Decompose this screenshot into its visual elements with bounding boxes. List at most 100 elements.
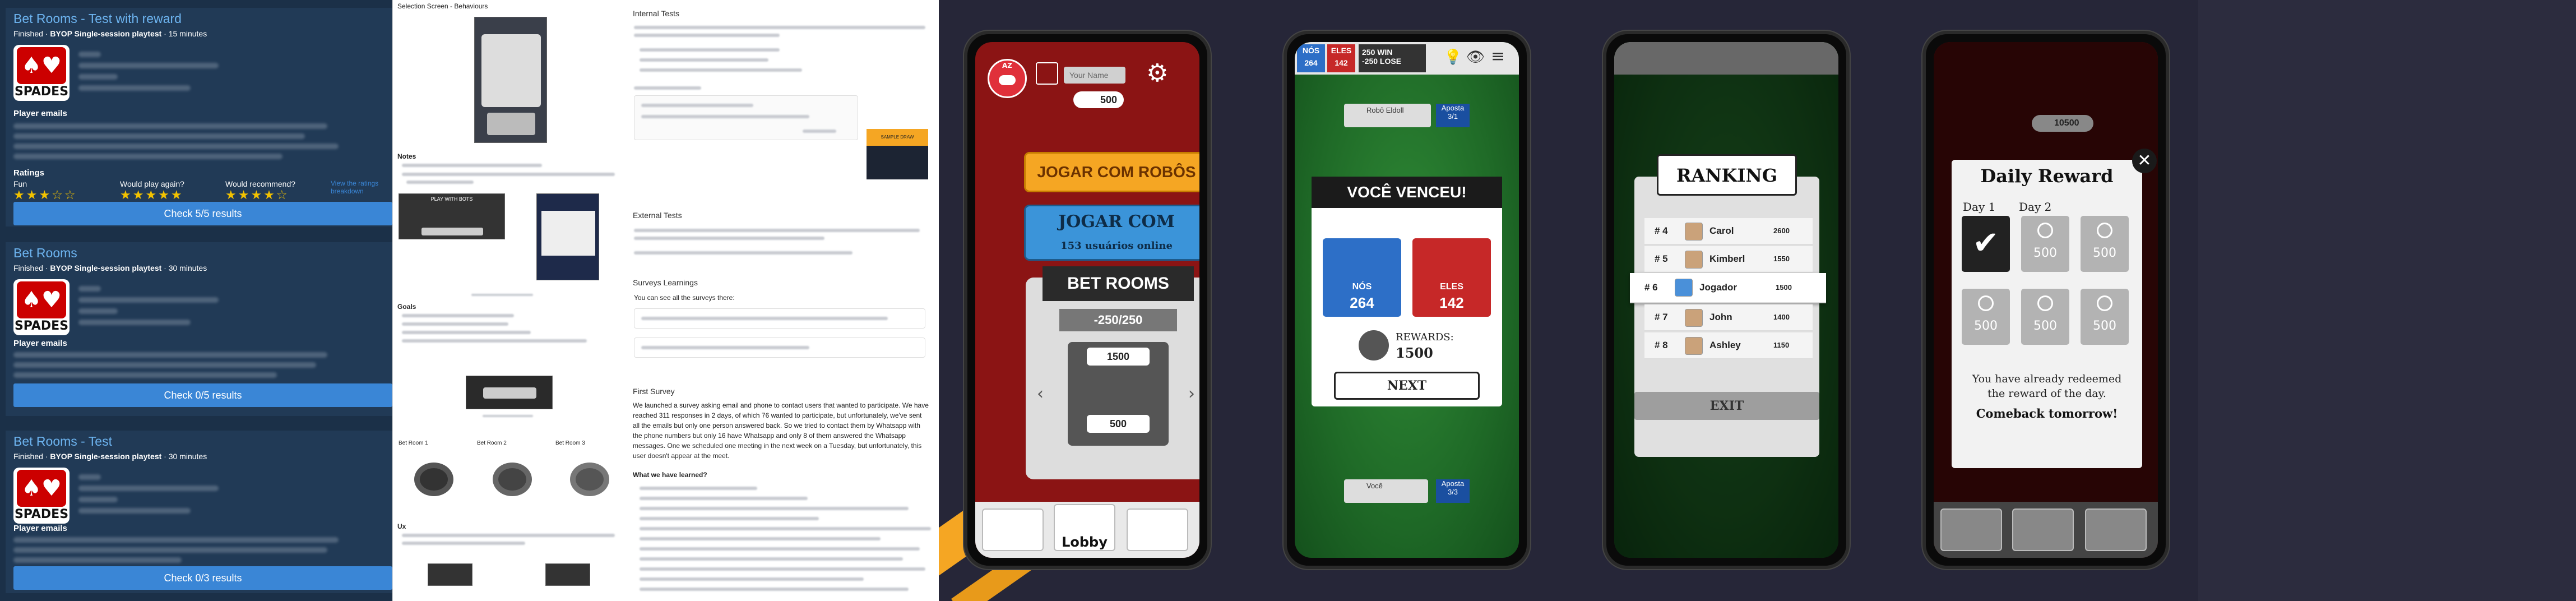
- close-icon[interactable]: ✕: [2132, 149, 2157, 173]
- score-mockup: [536, 193, 599, 280]
- selection-screen-mockup: [474, 17, 547, 143]
- card-meta: Finished · BYOP Single-session playtest …: [13, 29, 207, 38]
- player-emails-label: Player emails: [13, 339, 67, 348]
- ranking-popup: RANKING # 4 Carol 2600 # 5 Kimberl 1550 # 6J…: [1630, 154, 1826, 457]
- rating-recommend-label: Would recommend?: [225, 179, 296, 188]
- rewards-value: 1500: [1396, 345, 1433, 361]
- play-again-stars: ★★★★★: [120, 188, 184, 202]
- player-bet: Aposta 3/3: [1436, 479, 1470, 503]
- phone-game-won: NÓS 264 ELES 142 250 WIN -250 LOSE 💡 👁 ≡ Ro…: [1284, 31, 1530, 569]
- game-screens-panel: AZ Your Name ⚙ 500 JOGAR COM ROBÔS JOGAR…: [939, 0, 2198, 601]
- game-top-bar: NÓS 264 ELES 142 250 WIN -250 LOSE 💡 👁 ≡: [1295, 42, 1519, 75]
- shop-cart-icon[interactable]: [1940, 508, 2002, 551]
- bet-room-1-chip-icon: [414, 463, 453, 496]
- shop-cart-icon[interactable]: [982, 508, 1044, 551]
- opponent-bet: Aposta 3/1: [1436, 104, 1470, 127]
- reward-slot[interactable]: 500: [2021, 216, 2069, 272]
- coin-balance: 500: [1073, 91, 1124, 108]
- bet-room-tile[interactable]: 1500 500: [1068, 342, 1169, 446]
- ranking-row: # 4 Carol 2600: [1644, 218, 1813, 245]
- bet-room-2-label: Bet Room 2: [477, 440, 507, 446]
- bottom-nav: Lobby: [975, 502, 1199, 558]
- ranking-screen: RANKING # 4 Carol 2600 # 5 Kimberl 1550 # 6J…: [1614, 42, 1838, 558]
- fun-stars: ★★★☆☆: [13, 188, 77, 202]
- internal-test-embed[interactable]: [634, 95, 858, 140]
- you-won-title: VOCÊ VENCEU!: [1312, 177, 1502, 208]
- playtest-card-1: Bet Rooms - Test with reward Finished · …: [6, 8, 392, 226]
- card-title[interactable]: Bet Rooms - Test: [13, 434, 112, 449]
- opponent-panel: Robô Eldoll: [1344, 104, 1431, 127]
- bet-room-3-label: Bet Room 3: [555, 440, 585, 446]
- avatar[interactable]: AZ: [988, 59, 1027, 98]
- exit-button[interactable]: EXIT: [1634, 392, 1819, 420]
- day1-label: Day 1: [1963, 200, 1996, 214]
- ux-heading: Ux: [397, 523, 406, 530]
- reward-slot-claimed: ✔: [1962, 216, 2010, 272]
- card-title[interactable]: Bet Rooms - Test with reward: [13, 11, 182, 26]
- first-survey-text: We launched a survey asking email and ph…: [633, 401, 929, 460]
- player-emails-label: Player emails: [13, 524, 67, 533]
- cards-icon[interactable]: [2012, 508, 2074, 551]
- ranking-row-current: # 6 Jogador 1500: [1630, 273, 1826, 303]
- playtest-card-2: Bet Rooms Finished · BYOP Single-session…: [6, 242, 392, 416]
- ux-mockup-right: [545, 563, 590, 586]
- ratings-label: Ratings: [13, 168, 45, 178]
- bet-rooms-card: BET ROOMS -250/250 1500 500 ‹ ›: [1026, 266, 1199, 479]
- surveys-heading: Surveys Learnings: [633, 278, 698, 287]
- player-name-field[interactable]: Your Name: [1064, 67, 1125, 84]
- playtest-list-panel: Bet Rooms - Test with reward Finished · …: [0, 0, 392, 601]
- redeemed-msg-2: the reward of the day.: [1987, 387, 2106, 400]
- checkmark-icon: ✔: [1972, 225, 1999, 261]
- play-bots-button[interactable]: JOGAR COM ROBÔS: [1024, 152, 1199, 192]
- bottom-nav: [1934, 502, 2158, 558]
- play-online-button[interactable]: JOGAR COM 153 usuários online: [1024, 205, 1199, 261]
- player-emails-label: Player emails: [13, 109, 67, 118]
- gear-icon[interactable]: ⚙: [1146, 59, 1168, 87]
- coin-balance: 10500: [2032, 115, 2093, 132]
- player-panel: Você: [1344, 479, 1428, 503]
- menu-icon[interactable]: ≡: [1491, 47, 1505, 66]
- external-tests-heading: External Tests: [633, 211, 682, 220]
- lobby-screen: AZ Your Name ⚙ 500 JOGAR COM ROBÔS JOGAR…: [975, 42, 1199, 558]
- surveys-subtext: You can see all the surveys there:: [634, 294, 735, 302]
- recommend-stars: ★★★★☆: [225, 188, 289, 202]
- design-doc-panel: Selection Screen - Behaviours Notes PLAY…: [392, 0, 939, 601]
- lobby-nav-button[interactable]: Lobby: [1054, 504, 1115, 551]
- playtest-card-3: Bet Rooms - Test Finished · BYOP Single-…: [6, 431, 392, 593]
- rating-fun-label: Fun: [13, 179, 27, 188]
- check-results-button[interactable]: Check 0/3 results: [13, 566, 392, 590]
- survey-embed-1[interactable]: [634, 308, 925, 329]
- card-title[interactable]: Bet Rooms: [13, 246, 77, 261]
- check-results-button[interactable]: Check 5/5 results: [13, 202, 392, 225]
- ratings-breakdown-link[interactable]: View the ratings breakdown: [331, 179, 392, 195]
- learned-heading: What we have learned?: [633, 471, 707, 479]
- daily-reward-screen: 10500 Daily Reward ✕ Day 1 Day 2 ✔ 500 5…: [1934, 42, 2158, 558]
- team-nos-card: NÓS 264: [1323, 238, 1401, 317]
- survey-embed-2[interactable]: [634, 338, 925, 358]
- card-meta: Finished · BYOP Single-session playtest …: [13, 452, 207, 461]
- nos-score-badge: NÓS 264: [1297, 44, 1325, 72]
- card-meta: Finished · BYOP Single-session playtest …: [13, 263, 207, 272]
- win-lose-indicator: 250 WIN -250 LOSE: [1359, 44, 1426, 72]
- spades-logo-icon: ♠♥ SPADES: [13, 468, 70, 524]
- eye-icon[interactable]: 👁: [1466, 49, 1485, 66]
- chevron-left-icon[interactable]: ‹: [1037, 384, 1044, 404]
- next-button[interactable]: NEXT: [1334, 372, 1480, 400]
- bet-room-3-chip-icon: [570, 463, 609, 496]
- check-results-button[interactable]: Check 0/5 results: [13, 383, 392, 407]
- day2-label: Day 2: [2019, 200, 2052, 214]
- chevron-right-icon[interactable]: ›: [1188, 384, 1195, 404]
- spades-logo-icon: ♠♥ SPADES: [13, 279, 70, 335]
- redeemed-msg-1: You have already redeemed: [1972, 373, 2122, 385]
- ranking-title: RANKING: [1657, 154, 1797, 196]
- reward-slot: 500: [1962, 289, 2010, 345]
- image-icon[interactable]: [1036, 62, 1058, 85]
- reward-slot: 500: [2021, 289, 2069, 345]
- reward-slot: 500: [2081, 289, 2129, 345]
- spades-logo-icon: ♠♥ SPADES: [13, 45, 70, 101]
- phone-lobby: AZ Your Name ⚙ 500 JOGAR COM ROBÔS JOGAR…: [964, 31, 1211, 569]
- phone-daily-reward: 10500 Daily Reward ✕ Day 1 Day 2 ✔ 500 5…: [1922, 31, 2169, 569]
- ranking-bars-icon[interactable]: [1127, 508, 1188, 551]
- lightbulb-icon[interactable]: 💡: [1444, 49, 1462, 66]
- ranking-bars-icon[interactable]: [2085, 508, 2147, 551]
